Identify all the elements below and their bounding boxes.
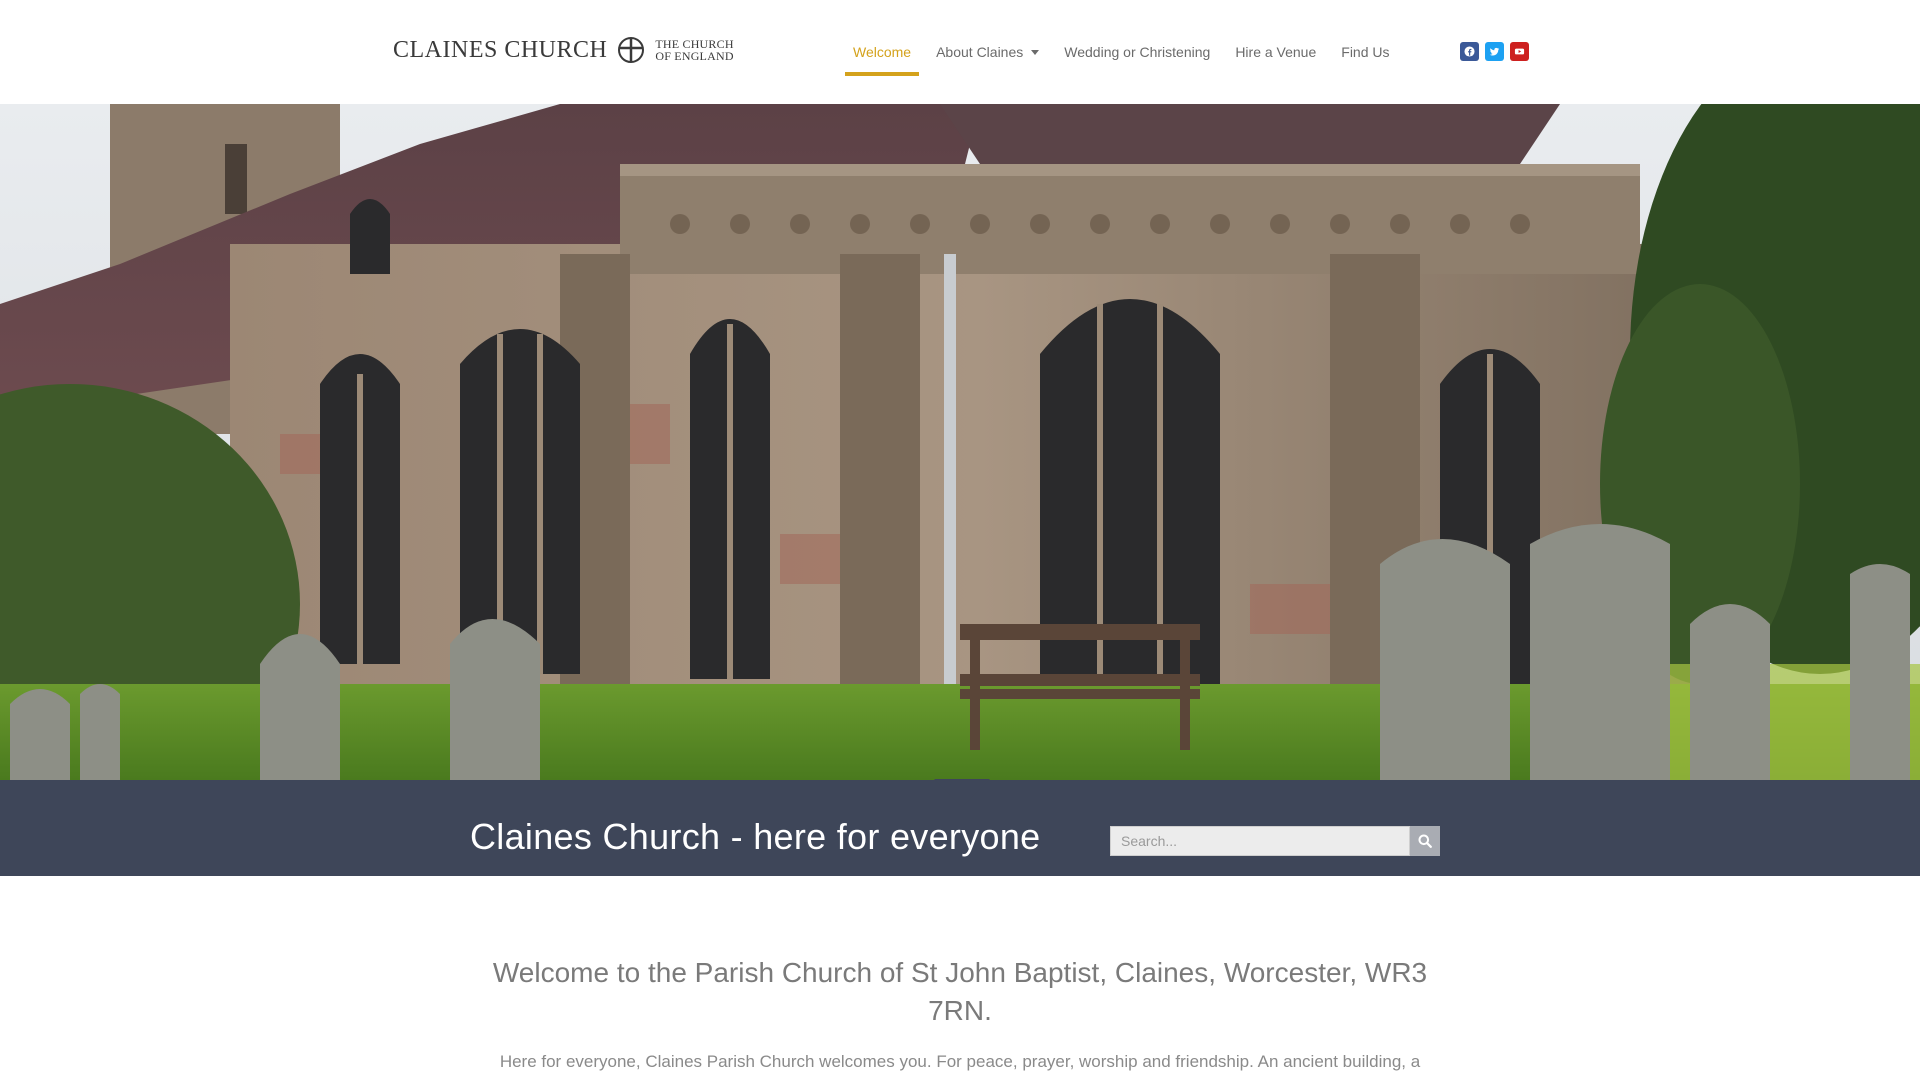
youtube-icon	[1514, 48, 1525, 55]
twitter-link[interactable]	[1485, 42, 1504, 61]
banner-notch	[934, 779, 990, 807]
nav-item-wedding-christening[interactable]: Wedding or Christening	[1056, 38, 1218, 72]
youtube-link[interactable]	[1510, 42, 1529, 61]
nav-item-welcome[interactable]: Welcome	[845, 38, 920, 76]
facebook-icon	[1464, 46, 1475, 57]
logo-text: CLAINES CHURCH	[393, 36, 608, 63]
welcome-intro: Here for everyone, Claines Parish Church…	[499, 1052, 1421, 1071]
nav-item-about-claines[interactable]: About Claines	[928, 38, 1047, 72]
church-cross-icon	[618, 37, 645, 63]
welcome-heading: Welcome to the Parish Church of St John …	[492, 957, 1428, 1026]
search-icon	[1418, 834, 1432, 848]
search-button[interactable]	[1410, 826, 1440, 856]
site-logo[interactable]: CLAINES CHURCH THE CHURCH OF ENGLAND	[393, 36, 734, 64]
hero-church-photo	[0, 104, 1920, 780]
nav-item-hire-venue[interactable]: Hire a Venue	[1227, 38, 1324, 72]
church-illustration	[0, 104, 1920, 780]
twitter-icon	[1489, 47, 1500, 56]
main-nav: Welcome About Claines Wedding or Christe…	[845, 38, 1407, 76]
social-links	[1460, 42, 1529, 61]
search-input[interactable]	[1110, 826, 1410, 856]
site-header: CLAINES CHURCH THE CHURCH OF ENGLAND Wel…	[0, 0, 1920, 104]
chevron-down-icon	[1031, 49, 1040, 55]
church-of-england-mark: THE CHURCH OF ENGLAND	[655, 37, 734, 63]
facebook-link[interactable]	[1460, 42, 1479, 61]
search-form	[1110, 826, 1440, 856]
banner-title: Claines Church - here for everyone	[470, 816, 1041, 857]
nav-item-find-us[interactable]: Find Us	[1333, 38, 1397, 72]
